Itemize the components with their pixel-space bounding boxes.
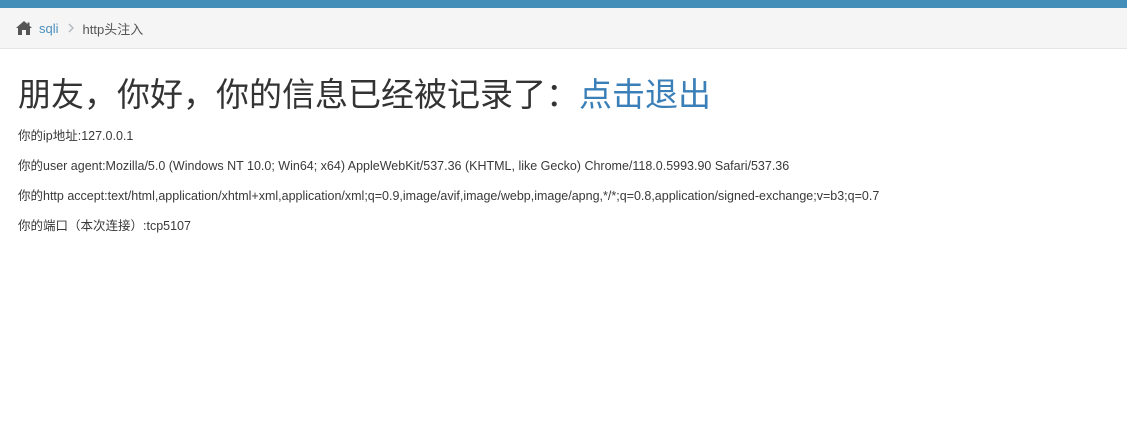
page-title: 朋友，你好，你的信息已经被记录了：点击退出 — [18, 75, 1109, 115]
top-bar — [0, 0, 1127, 8]
breadcrumb-home-link[interactable]: sqli — [39, 21, 59, 36]
home-icon[interactable] — [15, 20, 33, 36]
user-agent-info: 你的user agent:Mozilla/5.0 (Windows NT 10.… — [18, 159, 790, 173]
chevron-right-icon — [68, 23, 74, 33]
port-info: 你的端口（本次连接）:tcp5107 — [18, 219, 191, 233]
http-accept-info: 你的http accept:text/html,application/xhtm… — [18, 189, 880, 203]
greeting-text: 朋友，你好，你的信息已经被记录了： — [18, 76, 579, 113]
logout-link[interactable]: 点击退出 — [579, 76, 711, 113]
main-content: 朋友，你好，你的信息已经被记录了：点击退出 你的ip地址:127.0.0.1 你… — [0, 49, 1127, 234]
ip-address-info: 你的ip地址:127.0.0.1 — [18, 129, 134, 143]
breadcrumb: sqli http头注入 — [0, 8, 1127, 49]
breadcrumb-current: http头注入 — [82, 21, 144, 37]
